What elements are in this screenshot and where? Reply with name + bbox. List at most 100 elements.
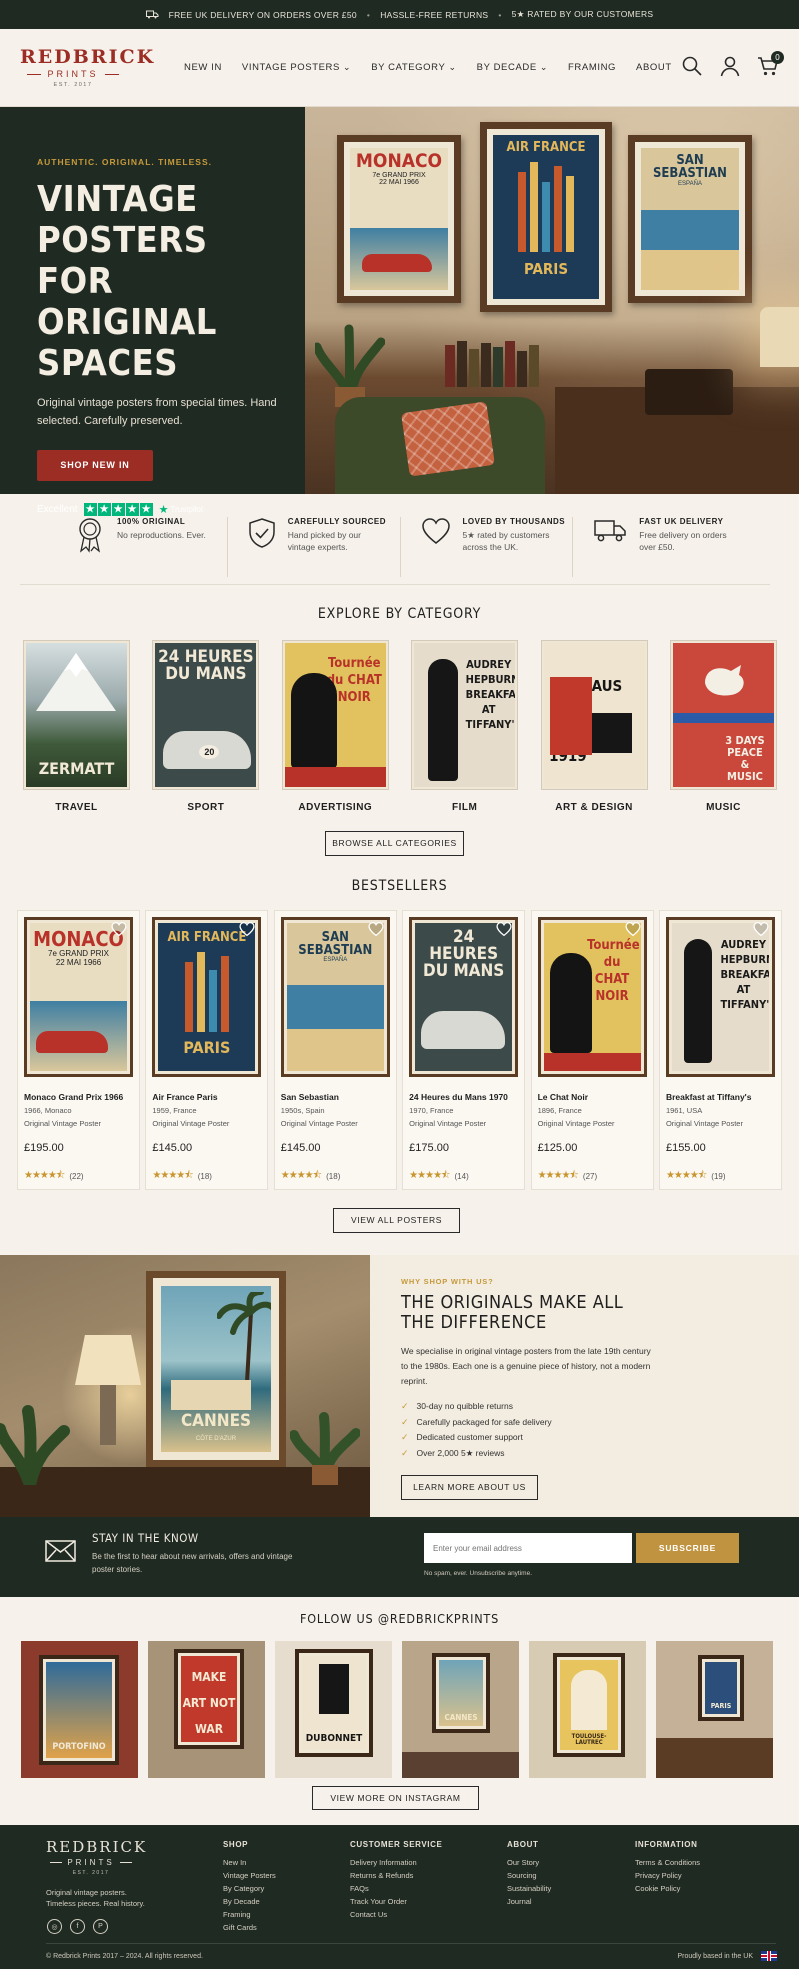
product-poster-text: AUDREY HEPBURN BREAKFAST AT TIFFANY'S — [720, 938, 769, 1011]
instagram-post[interactable]: TOULOUSE-LAUTREC — [529, 1641, 646, 1778]
check-icon: ✓ — [401, 1416, 409, 1427]
instagram-post[interactable]: PORTOFINO — [21, 1641, 138, 1778]
wishlist-heart-icon[interactable] — [368, 921, 384, 937]
footer-link[interactable]: Vintage Posters — [223, 1869, 276, 1882]
category-image: ZERMATT — [23, 640, 130, 790]
footer-col-information: INFORMATION Terms & Conditions Privacy P… — [635, 1840, 700, 1895]
product-card[interactable]: SAN SEBASTIAN ESPAÑA San Sebastian 1950s… — [273, 910, 397, 1190]
footer-link[interactable]: Sourcing — [507, 1869, 551, 1882]
view-more-instagram-button[interactable]: VIEW MORE ON INSTAGRAM — [312, 1786, 479, 1810]
hero-poster-line: 22 MAI 1966 — [379, 179, 419, 186]
instagram-post[interactable]: DUBONNET — [275, 1641, 392, 1778]
footer-link[interactable]: Delivery Information — [350, 1856, 442, 1869]
wishlist-heart-icon[interactable] — [111, 921, 127, 937]
wishlist-heart-icon[interactable] — [496, 921, 512, 937]
footer-link[interactable]: Contact Us — [350, 1908, 442, 1921]
footer-divider — [46, 1943, 776, 1944]
wishlist-heart-icon[interactable] — [753, 921, 769, 937]
nav-new-in[interactable]: NEW IN — [184, 62, 222, 73]
instagram-poster-text: TOULOUSE-LAUTREC — [571, 1733, 607, 1746]
product-price: £195.00 — [24, 1142, 64, 1154]
instagram-poster-text: PORTOFINO — [52, 1742, 106, 1752]
pinterest-icon[interactable]: P — [93, 1919, 108, 1934]
learn-more-button[interactable]: LEARN MORE ABOUT US — [401, 1475, 538, 1500]
browse-all-categories-button[interactable]: BROWSE ALL CATEGORIES — [325, 831, 464, 856]
shield-check-icon — [249, 518, 275, 548]
hero-image: MONACO 7e GRAND PRIX 22 MAI 1966 AIR FRA… — [305, 107, 799, 494]
nav-about[interactable]: ABOUT — [636, 62, 672, 73]
shop-new-in-button[interactable]: SHOP NEW IN — [37, 450, 153, 481]
category-sport[interactable]: 24 HEURES DU MANS 20 SPORT — [152, 640, 260, 813]
product-image: 24 HEURES DU MANS — [409, 917, 519, 1077]
review-count: (22) — [69, 1172, 84, 1181]
category-advertising[interactable]: Tournée du CHAT NOIR ADVERTISING — [281, 640, 389, 813]
nav-by-decade[interactable]: BY DECADE — [477, 62, 548, 73]
usp-original: 100% ORIGINAL No reproductions. Ever. — [55, 517, 227, 577]
footer-link[interactable]: Track Your Order — [350, 1895, 442, 1908]
footer-link[interactable]: Gift Cards — [223, 1921, 276, 1934]
account-icon[interactable] — [719, 55, 741, 77]
wishlist-heart-icon[interactable] — [624, 921, 641, 937]
footer-link[interactable]: New In — [223, 1856, 276, 1869]
why-shop-image: CANNES CÔTE D'AZUR — [0, 1255, 370, 1517]
search-icon[interactable] — [681, 55, 703, 77]
footer-col-title: CUSTOMER SERVICE — [350, 1840, 443, 1849]
footer-link[interactable]: By Category — [223, 1882, 276, 1895]
product-card[interactable]: AIR FRANCE PARIS Air France Paris 1959, … — [145, 910, 269, 1190]
hero-poster-san-sebastian: SAN SEBASTIAN ESPAÑA — [628, 135, 752, 303]
category-music[interactable]: 3 DAYS PEACE & MUSIC MUSIC — [669, 640, 777, 813]
product-card[interactable]: 24 HEURES DU MANS 24 Heures du Mans 1970… — [402, 910, 526, 1190]
facebook-icon[interactable]: f — [70, 1919, 85, 1934]
category-poster-text: 24 HEURES DU MANS — [158, 647, 254, 684]
footer-link[interactable]: Terms & Conditions — [635, 1856, 700, 1869]
category-art-design[interactable]: BAUHAUS 1919 ART & DESIGN — [540, 640, 648, 813]
nav-framing[interactable]: FRAMING — [568, 62, 616, 73]
truck-icon — [594, 520, 626, 542]
instagram-icon[interactable]: ◎ — [47, 1919, 62, 1934]
hero-subtitle: Original vintage posters from special ti… — [37, 397, 277, 427]
why-point-text: Carefully packaged for safe delivery — [416, 1416, 552, 1427]
instagram-post[interactable]: CANNES — [402, 1641, 519, 1778]
footer-link[interactable]: By Decade — [223, 1895, 276, 1908]
footer-col-title: ABOUT — [507, 1840, 539, 1849]
product-card[interactable]: Tournée du CHAT NOIR Le Chat Noir 1896, … — [530, 910, 654, 1190]
product-card[interactable]: AUDREY HEPBURN BREAKFAST AT TIFFANY'S Br… — [658, 910, 782, 1190]
footer-link[interactable]: Privacy Policy — [635, 1869, 700, 1882]
announcement-delivery: FREE UK DELIVERY ON ORDERS OVER £50 — [168, 9, 357, 20]
footer-link[interactable]: Cookie Policy — [635, 1882, 700, 1895]
product-card[interactable]: MONACO 7e GRAND PRIX 22 MAI 1966 Monaco … — [17, 910, 140, 1190]
instagram-post[interactable]: PARIS — [656, 1641, 773, 1778]
product-image: Tournée du CHAT NOIR — [537, 917, 647, 1077]
email-input[interactable] — [424, 1533, 632, 1563]
footer-logo-sub-text: PRINTS — [67, 1858, 115, 1867]
product-meta: 1961, USA — [665, 1106, 703, 1115]
trustpilot-rating[interactable]: Excellent ★ ★ ★ ★ ★ ★ Trustpilot — [37, 503, 305, 516]
cart-icon[interactable]: 0 — [757, 51, 784, 77]
instagram-poster-text: PARIS — [710, 1702, 732, 1710]
footer-link[interactable]: FAQs — [350, 1882, 442, 1895]
footer-link[interactable]: Our Story — [507, 1856, 551, 1869]
view-all-posters-button[interactable]: VIEW ALL POSTERS — [333, 1208, 460, 1233]
instagram-post[interactable]: MAKE ART NOT WAR — [148, 1641, 265, 1778]
wishlist-heart-icon[interactable] — [239, 921, 255, 937]
category-film[interactable]: AUDREY HEPBURN BREAKFAST AT TIFFANY'S FI… — [411, 640, 519, 813]
product-image: AIR FRANCE PARIS — [152, 917, 262, 1077]
site-logo[interactable]: REDBRICK PRINTS EST. 2017 — [20, 47, 153, 88]
footer-link[interactable]: Sustainability — [507, 1882, 551, 1895]
footer-logo-name: REDBRICK — [46, 1838, 148, 1856]
trustpilot-brand: Trustpilot — [170, 505, 204, 514]
hero-poster-monaco: MONACO 7e GRAND PRIX 22 MAI 1966 — [337, 135, 461, 303]
rating-stars-icon: ★★★★⯪ — [152, 1170, 193, 1181]
footer-logo[interactable]: REDBRICK PRINTS EST. 2017 — [46, 1838, 148, 1877]
footer-link[interactable]: Framing — [223, 1908, 276, 1921]
footer-link[interactable]: Returns & Refunds — [350, 1869, 442, 1882]
subscribe-button[interactable]: SUBSCRIBE — [636, 1533, 739, 1563]
nav-by-category[interactable]: BY CATEGORY — [371, 62, 456, 73]
review-count: (18) — [326, 1172, 341, 1181]
category-label: FILM — [452, 802, 478, 813]
footer-link[interactable]: Journal — [507, 1895, 551, 1908]
category-travel[interactable]: ZERMATT TRAVEL — [23, 640, 130, 813]
product-type: Original Vintage Poster — [152, 1119, 230, 1128]
product-name: 24 Heures du Mans 1970 — [409, 1092, 508, 1102]
nav-vintage-posters[interactable]: VINTAGE POSTERS — [242, 62, 351, 73]
